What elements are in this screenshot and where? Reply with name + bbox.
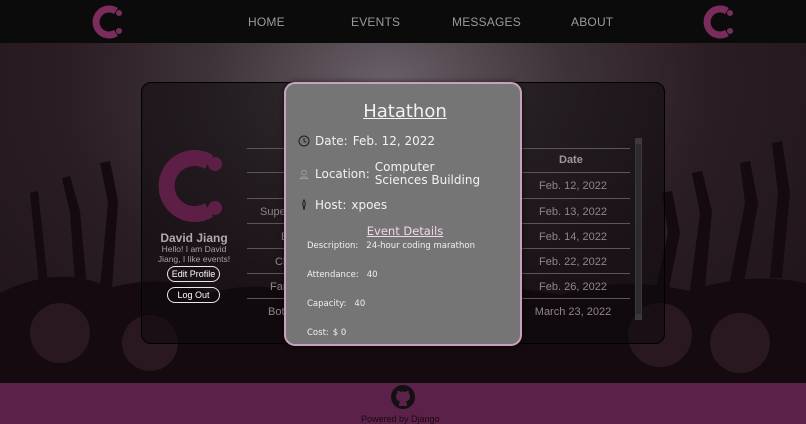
- clock-icon: [298, 135, 310, 147]
- event-location-line: Sciences Building: [374, 173, 481, 187]
- table-cell-date: Feb. 14, 2022: [539, 231, 607, 243]
- github-icon[interactable]: [390, 384, 416, 410]
- cost-value: $ 0: [332, 328, 347, 338]
- event-date-row: Date: Feb. 12, 2022: [298, 134, 435, 148]
- nav-about-link[interactable]: ABOUT: [571, 15, 613, 29]
- table-cell-date: Feb. 13, 2022: [539, 206, 607, 218]
- event-location-label: Location:: [315, 167, 370, 181]
- nav-messages-link[interactable]: MESSAGES: [452, 15, 521, 29]
- attendance-label: Attendance:: [307, 270, 359, 280]
- table-cell-date: Feb. 22, 2022: [539, 256, 607, 268]
- nav-home-link[interactable]: HOME: [248, 15, 285, 29]
- event-title: Hatathon: [363, 101, 447, 122]
- profile-bio-line: Jiang, I like events!: [157, 254, 231, 264]
- event-date-value: Feb. 12, 2022: [352, 134, 436, 148]
- attendance-value: 40: [366, 270, 378, 280]
- capacity-row: Capacity: 40: [307, 299, 365, 309]
- profile-bio-line: Hello! I am David: [161, 244, 227, 254]
- nav-events-link[interactable]: EVENTS: [351, 15, 400, 29]
- powered-by-text: Powered by Django: [361, 414, 440, 424]
- event-host-value: xpoes: [351, 198, 388, 212]
- c-logo-icon[interactable]: [703, 5, 737, 39]
- event-location-value: Computer Sciences Building: [375, 161, 480, 187]
- scrollbar-thumb[interactable]: [636, 144, 641, 314]
- table-cell-date: Feb. 12, 2022: [539, 180, 607, 192]
- avatar: [158, 150, 222, 222]
- cost-row: Cost: $ 0: [307, 328, 346, 338]
- event-details-heading: Event Details: [366, 224, 444, 238]
- event-location-row: Location: Computer Sciences Building: [298, 161, 480, 187]
- location-pin-icon: [298, 169, 310, 179]
- table-cell-date: Feb. 26, 2022: [539, 281, 607, 293]
- table-cell-date: March 23, 2022: [534, 306, 612, 318]
- description-label: Description:: [307, 241, 359, 251]
- edit-profile-button[interactable]: Edit Profile: [167, 266, 220, 282]
- event-date-label: Date:: [315, 134, 348, 148]
- profile-bio: Hello! I am David Jiang, I like events!: [148, 244, 240, 264]
- table-cell-name: Bot: [268, 306, 285, 318]
- capacity-value: 40: [354, 299, 366, 309]
- table-cell-name: Supe: [260, 206, 286, 218]
- logout-button[interactable]: Log Out: [167, 287, 220, 303]
- event-host-row: Host: xpoes: [298, 198, 387, 212]
- host-person-icon: [302, 199, 306, 211]
- capacity-label: Capacity:: [307, 299, 347, 309]
- description-value: 24-hour coding marathon: [366, 241, 475, 251]
- table-header-date: Date: [559, 154, 583, 166]
- event-host-label: Host:: [315, 198, 347, 212]
- description-row: Description: 24-hour coding marathon: [307, 241, 475, 251]
- c-logo-icon[interactable]: [92, 5, 126, 39]
- table-scrollbar[interactable]: [635, 138, 642, 320]
- cost-label: Cost:: [307, 328, 329, 338]
- event-detail-modal: Hatathon Date: Feb. 12, 2022 Location: C…: [284, 82, 522, 346]
- profile-name: David Jiang: [160, 231, 228, 245]
- attendance-row: Attendance: 40: [307, 270, 378, 280]
- navbar: HOME EVENTS MESSAGES ABOUT: [0, 0, 806, 43]
